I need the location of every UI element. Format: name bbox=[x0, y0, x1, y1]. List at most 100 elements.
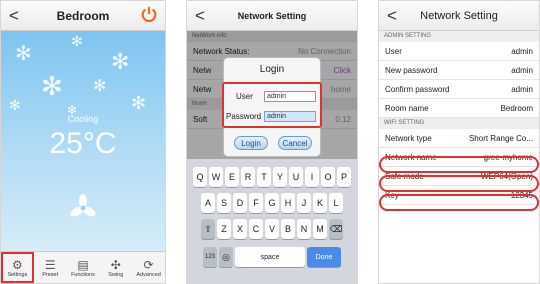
snowflake-icon: ✻ bbox=[131, 93, 147, 113]
snowflake-icon: ✻ bbox=[93, 78, 107, 95]
tab-settings[interactable]: ⚙ Settings bbox=[1, 252, 34, 283]
keyboard-key[interactable]: H bbox=[281, 193, 295, 213]
back-icon[interactable]: < bbox=[9, 6, 19, 26]
keyboard-key[interactable]: B bbox=[281, 219, 295, 239]
header: < Network Setting bbox=[187, 1, 357, 31]
keyboard-key[interactable]: U bbox=[289, 167, 303, 187]
shift-key[interactable]: ⇧ bbox=[201, 219, 215, 239]
bottom-tab-bar: ⚙ Settings ☰ Preset ▤ Functions ✣ Swing ⟳ Adv… bbox=[1, 251, 165, 283]
keyboard-key[interactable]: J bbox=[297, 193, 311, 213]
keyboard-key[interactable]: G bbox=[265, 193, 279, 213]
back-icon[interactable]: < bbox=[387, 6, 397, 26]
user-label: User bbox=[236, 92, 253, 101]
row-label: Room name bbox=[385, 103, 429, 113]
keyboard: QWERTYUIOP ASDFGHJKL ⇧ Z X C V B N M ⌫ 123 ◎ spa… bbox=[187, 159, 357, 283]
keyboard-key[interactable]: N bbox=[297, 219, 311, 239]
space-key[interactable]: space bbox=[235, 247, 305, 267]
advanced-icon: ⟳ bbox=[143, 257, 154, 272]
gear-icon: ⚙ bbox=[12, 257, 23, 272]
keyboard-key[interactable]: S bbox=[217, 193, 231, 213]
header: < Bedroom bbox=[1, 1, 165, 31]
section-header: WIFI SETTING bbox=[379, 118, 539, 129]
highlight-oval bbox=[379, 156, 539, 173]
tab-label: Settings bbox=[7, 271, 28, 278]
globe-icon[interactable]: ◎ bbox=[219, 247, 233, 267]
keyboard-key[interactable]: O bbox=[321, 167, 335, 187]
keyboard-key[interactable]: L bbox=[329, 193, 343, 213]
settings-row[interactable]: New password admin bbox=[379, 61, 539, 80]
page-title: Network Setting bbox=[420, 9, 498, 22]
tab-swing[interactable]: ✣ Swing bbox=[99, 252, 132, 283]
power-icon[interactable] bbox=[139, 5, 159, 25]
keyboard-key[interactable]: D bbox=[233, 193, 247, 213]
settings-row[interactable]: Room name Bedroom bbox=[379, 99, 539, 118]
snowflake-icon: ✻ bbox=[41, 71, 63, 101]
highlight-oval bbox=[379, 194, 539, 211]
keyboard-key[interactable]: Q bbox=[193, 167, 207, 187]
tab-label: Swing bbox=[108, 271, 124, 278]
tab-preset[interactable]: ☰ Preset bbox=[34, 252, 67, 283]
list-icon: ☰ bbox=[44, 257, 56, 272]
keyboard-key[interactable]: V bbox=[265, 219, 279, 239]
keyboard-key[interactable]: A bbox=[201, 193, 215, 213]
page-title: Network Setting bbox=[237, 10, 307, 21]
snowflake-icon: ✻ bbox=[111, 49, 130, 74]
keyboard-row: ⇧ Z X C V B N M ⌫ bbox=[187, 219, 357, 239]
numbers-key[interactable]: 123 bbox=[203, 247, 217, 267]
keyboard-key[interactable]: C bbox=[249, 219, 263, 239]
keyboard-key[interactable]: E bbox=[225, 167, 239, 187]
settings-row[interactable]: Confirm password admin bbox=[379, 80, 539, 99]
keyboard-key[interactable]: T bbox=[257, 167, 271, 187]
done-key[interactable]: Done bbox=[307, 247, 341, 267]
keyboard-key[interactable]: R bbox=[241, 167, 255, 187]
row-value: admin bbox=[511, 84, 533, 94]
snowflake-icon: ✻ bbox=[15, 43, 32, 65]
snowflake-icon: ✻ bbox=[9, 97, 21, 113]
tab-label: Preset bbox=[42, 271, 59, 278]
row-label: New password bbox=[385, 65, 438, 75]
snowflake-icon: ✻ bbox=[71, 33, 83, 49]
row-label: Confirm password bbox=[385, 84, 450, 94]
settings-row[interactable]: User admin bbox=[379, 42, 539, 61]
page-title: Bedroom bbox=[56, 8, 110, 23]
keyboard-key[interactable]: Y bbox=[273, 167, 287, 187]
keyboard-key[interactable]: I bbox=[305, 167, 319, 187]
row-value: admin bbox=[511, 46, 533, 56]
row-value: Bedroom bbox=[500, 103, 533, 113]
section-header: ADMIN SETTING bbox=[379, 31, 539, 42]
highlight-oval bbox=[379, 175, 539, 192]
tab-advanced[interactable]: ⟳ Advanced bbox=[132, 252, 165, 283]
login-dialog: Login User admin Password admin Login Ca… bbox=[222, 57, 322, 157]
swing-icon: ✣ bbox=[110, 257, 121, 272]
tab-functions[interactable]: ▤ Functions bbox=[67, 252, 100, 283]
keyboard-row: ASDFGHJKL bbox=[187, 193, 357, 213]
keyboard-key[interactable]: K bbox=[313, 193, 327, 213]
login-button[interactable]: Login bbox=[234, 136, 268, 150]
backspace-key[interactable]: ⌫ bbox=[329, 219, 343, 239]
row-label: Network type bbox=[385, 133, 432, 143]
bedroom-screen: < Bedroom ✻ ✻ ✻ ✻ ✻ ✻ ✻ ✻ Cooling 25°C ⚙… bbox=[0, 0, 166, 284]
fan-icon[interactable] bbox=[69, 194, 97, 222]
password-field[interactable]: admin bbox=[264, 111, 316, 122]
keyboard-key[interactable]: M bbox=[313, 219, 327, 239]
keyboard-row: QWERTYUIOP bbox=[187, 167, 357, 187]
tab-label: Advanced bbox=[136, 271, 161, 278]
row-value: Short Range Co... bbox=[468, 133, 533, 143]
row-value: admin bbox=[511, 65, 533, 75]
keyboard-row: 123 ◎ space Done bbox=[187, 247, 357, 267]
temperature-display: 25°C bbox=[49, 127, 117, 160]
header: < Network Setting bbox=[379, 1, 539, 31]
document-icon: ▤ bbox=[77, 257, 89, 272]
keyboard-key[interactable]: Z bbox=[217, 219, 231, 239]
keyboard-key[interactable]: X bbox=[233, 219, 247, 239]
back-icon[interactable]: < bbox=[195, 6, 205, 26]
network-setting-screen: < Network Setting ADMIN SETTING User admi… bbox=[378, 0, 540, 284]
keyboard-key[interactable]: F bbox=[249, 193, 263, 213]
keyboard-key[interactable]: W bbox=[209, 167, 223, 187]
cancel-button[interactable]: Cancel bbox=[278, 136, 312, 150]
keyboard-key[interactable]: P bbox=[337, 167, 351, 187]
mode-label: Cooling bbox=[67, 114, 99, 124]
network-login-screen: < Network Setting NetWork info Network S… bbox=[186, 0, 358, 284]
user-field[interactable]: admin bbox=[264, 91, 316, 102]
settings-row[interactable]: Network type Short Range Co... bbox=[379, 129, 539, 148]
